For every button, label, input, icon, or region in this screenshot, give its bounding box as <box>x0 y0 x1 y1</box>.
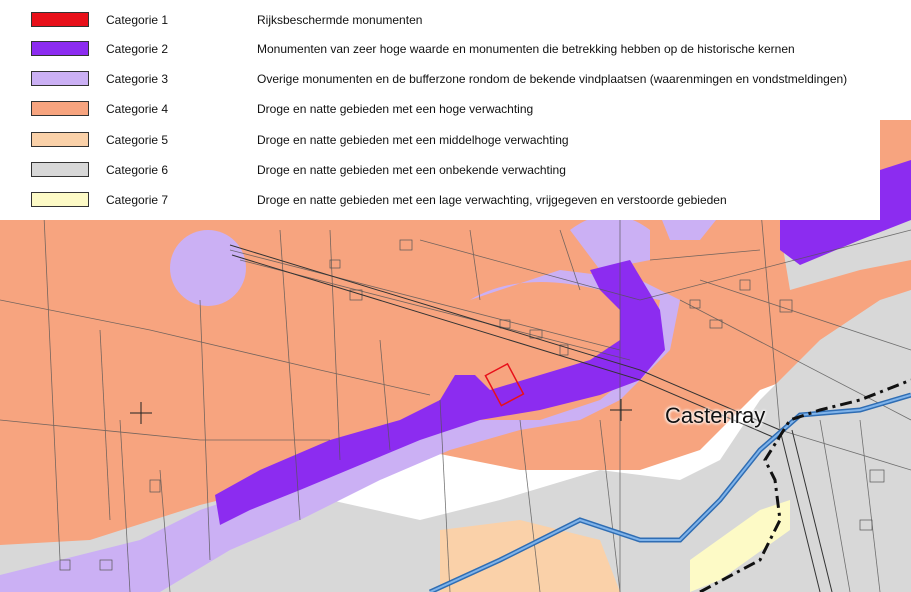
legend-category-description: Droge en natte gebieden met een hoge ver… <box>257 102 534 116</box>
legend-category-description: Droge en natte gebieden met een onbekend… <box>257 163 566 177</box>
map-legend: Categorie 1 Rijksbeschermde monumenten C… <box>0 0 880 220</box>
legend-item: Categorie 3 Overige monumenten en de buf… <box>0 69 880 89</box>
legend-swatch <box>31 71 89 86</box>
legend-item: Categorie 7 Droge en natte gebieden met … <box>0 190 880 210</box>
legend-item: Categorie 2 Monumenten van zeer hoge waa… <box>0 39 880 59</box>
legend-category-label: Categorie 2 <box>106 42 169 56</box>
legend-item: Categorie 4 Droge en natte gebieden met … <box>0 99 880 119</box>
legend-item: Categorie 1 Rijksbeschermde monumenten <box>0 10 880 30</box>
legend-item: Categorie 6 Droge en natte gebieden met … <box>0 160 880 180</box>
legend-swatch <box>31 162 89 177</box>
place-label-castenray: Castenray <box>665 403 766 428</box>
legend-category-label: Categorie 3 <box>106 72 169 86</box>
legend-swatch <box>31 101 89 116</box>
legend-category-description: Rijksbeschermde monumenten <box>257 13 423 27</box>
legend-category-description: Monumenten van zeer hoge waarde en monum… <box>257 42 795 56</box>
legend-category-label: Categorie 7 <box>106 193 169 207</box>
legend-category-label: Categorie 5 <box>106 133 169 147</box>
legend-category-label: Categorie 6 <box>106 163 169 177</box>
legend-category-description: Droge en natte gebieden met een lage ver… <box>257 193 727 207</box>
legend-swatch <box>31 192 89 207</box>
legend-item: Categorie 5 Droge en natte gebieden met … <box>0 130 880 150</box>
legend-category-label: Categorie 4 <box>106 102 169 116</box>
legend-category-label: Categorie 1 <box>106 13 169 27</box>
legend-swatch <box>31 41 89 56</box>
legend-category-description: Droge en natte gebieden met een middelho… <box>257 133 569 147</box>
legend-category-description: Overige monumenten en de bufferzone rond… <box>257 72 848 86</box>
legend-swatch <box>31 132 89 147</box>
legend-swatch <box>31 12 89 27</box>
buffer-zone <box>170 230 246 306</box>
